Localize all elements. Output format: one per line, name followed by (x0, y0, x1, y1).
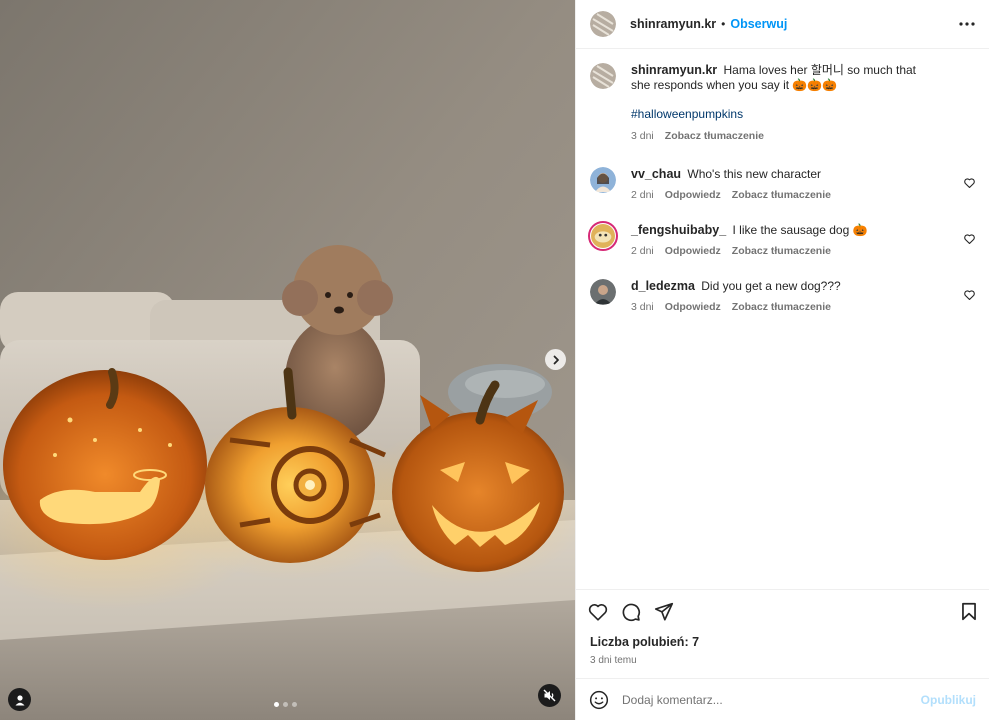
next-slide-button[interactable] (545, 349, 566, 370)
comments-list: shinramyun.kr Hama loves her 할머니 so much… (576, 49, 989, 589)
save-button[interactable] (961, 602, 977, 621)
comment-username[interactable]: d_ledezma (631, 279, 695, 293)
caption-text-block: shinramyun.kr Hama loves her 할머니 so much… (631, 63, 935, 93)
commenter-avatar[interactable] (588, 221, 618, 251)
heart-icon (588, 603, 608, 621)
comment-text: Did you get a new dog??? (701, 279, 841, 293)
comment-item: vv_chau Who's this new character 2 dni O… (590, 167, 975, 201)
comment-username[interactable]: _fengshuibaby_ (631, 223, 726, 237)
commenter-avatar[interactable] (590, 167, 616, 193)
pumpkins-photo (0, 0, 575, 720)
caption-meta: 3 dni Zobacz tłumaczenie (631, 130, 935, 142)
post-media[interactable] (0, 0, 575, 720)
caption: shinramyun.kr Hama loves her 할머니 so much… (590, 63, 975, 142)
commenter-avatar[interactable] (590, 279, 616, 305)
like-comment-button[interactable] (964, 231, 975, 247)
carousel-dot (283, 702, 288, 707)
comment-text: I like the sausage dog 🎃 (732, 223, 868, 237)
add-comment-bar: Opublikuj (576, 678, 989, 720)
heart-icon (964, 234, 975, 245)
like-comment-button[interactable] (964, 287, 975, 303)
heart-icon (964, 178, 975, 189)
smiley-icon (589, 690, 609, 709)
translate-link[interactable]: Zobacz tłumaczenie (732, 189, 831, 201)
share-button[interactable] (654, 602, 674, 621)
post-timestamp[interactable]: 3 dni temu (576, 655, 989, 666)
comment-text: Who's this new character (687, 167, 822, 181)
more-options-button[interactable] (959, 22, 975, 26)
emoji-picker-button[interactable] (589, 690, 609, 710)
header-separator: • (721, 17, 726, 31)
author-avatar[interactable] (590, 63, 616, 89)
user-tag-icon (15, 694, 24, 705)
more-horizontal-icon (959, 22, 975, 26)
translate-link[interactable]: Zobacz tłumaczenie (732, 245, 831, 257)
post-side-panel: shinramyun.kr • Obserwuj shinramyun.kr H… (575, 0, 989, 720)
comment-input[interactable] (622, 692, 921, 707)
reply-link[interactable]: Odpowiedz (665, 189, 721, 201)
carousel-indicator (274, 702, 297, 707)
hashtag-link[interactable]: #halloweenpumpkins (631, 107, 743, 121)
reply-link[interactable]: Odpowiedz (665, 245, 721, 257)
heart-icon (964, 290, 975, 301)
comment-bubble-icon (622, 603, 641, 621)
bookmark-icon (962, 602, 976, 621)
comment-username[interactable]: vv_chau (631, 167, 681, 181)
speaker-muted-icon (543, 689, 556, 702)
comment-time[interactable]: 2 dni (631, 245, 654, 257)
publish-button[interactable]: Opublikuj (921, 693, 976, 707)
mute-toggle-button[interactable] (538, 684, 561, 707)
translate-link[interactable]: Zobacz tłumaczenie (732, 301, 831, 313)
reply-link[interactable]: Odpowiedz (665, 301, 721, 313)
paper-plane-icon (654, 602, 674, 621)
tagged-users-button[interactable] (8, 688, 31, 711)
author-avatar[interactable] (590, 11, 616, 37)
author-username[interactable]: shinramyun.kr (630, 17, 716, 31)
post-dialog: shinramyun.kr • Obserwuj shinramyun.kr H… (0, 0, 989, 720)
caption-time[interactable]: 3 dni (631, 130, 654, 142)
carousel-dot (292, 702, 297, 707)
likes-count[interactable]: Liczba polubień: 7 (576, 635, 989, 649)
like-comment-button[interactable] (964, 175, 975, 191)
comment-time[interactable]: 2 dni (631, 189, 654, 201)
chevron-right-icon (553, 355, 559, 364)
post-header: shinramyun.kr • Obserwuj (576, 0, 989, 49)
follow-button[interactable]: Obserwuj (730, 17, 787, 31)
carousel-dot (274, 702, 279, 707)
caption-translate-link[interactable]: Zobacz tłumaczenie (665, 130, 764, 142)
comment-time[interactable]: 3 dni (631, 301, 654, 313)
comment-button[interactable] (621, 602, 641, 622)
comment-item: _fengshuibaby_ I like the sausage dog 🎃 … (588, 221, 975, 257)
post-actions (576, 589, 989, 633)
like-button[interactable] (588, 603, 608, 621)
caption-username[interactable]: shinramyun.kr (631, 63, 717, 77)
comment-item: d_ledezma Did you get a new dog??? 3 dni… (590, 279, 975, 313)
